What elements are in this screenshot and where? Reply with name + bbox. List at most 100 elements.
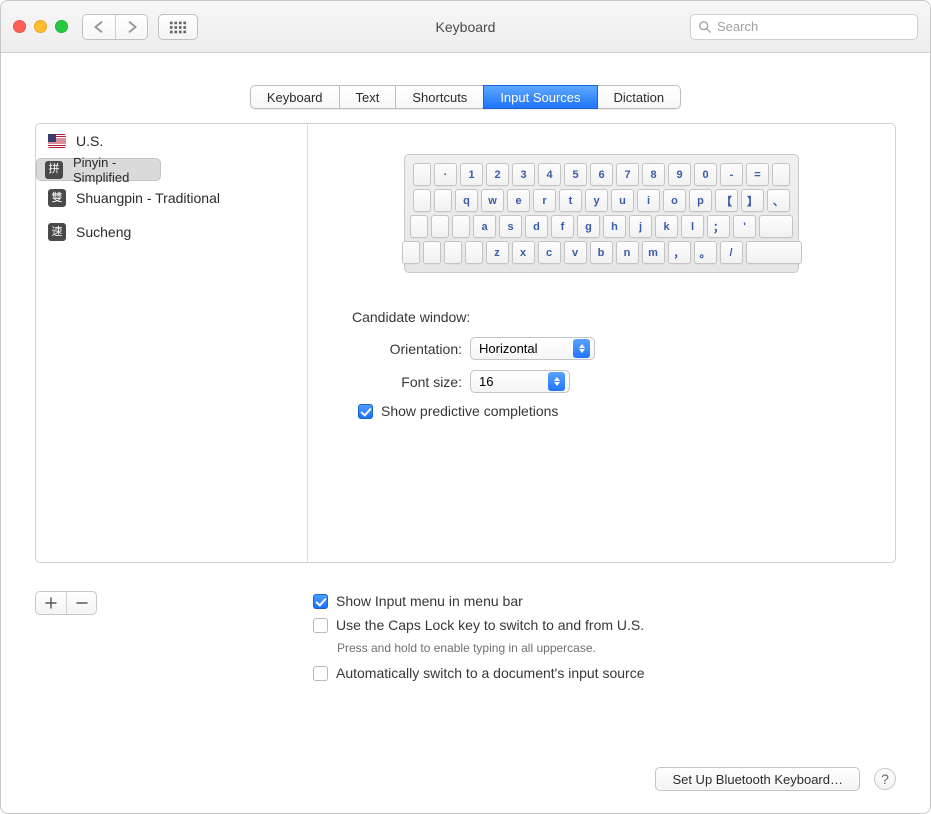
key: u [611,189,634,212]
key: 】 [741,189,764,212]
predictive-label: Show predictive completions [381,403,558,419]
fontsize-select[interactable]: 16 [470,370,570,393]
auto-switch-label: Automatically switch to a document's inp… [336,665,645,681]
key: 、 [767,189,790,212]
forward-button[interactable] [115,15,147,39]
show-menu-checkbox[interactable] [313,594,328,609]
remove-source-button[interactable] [66,592,96,614]
orientation-select[interactable]: Horizontal [470,337,595,360]
zoom-button[interactable] [55,20,68,33]
key: a [473,215,496,238]
search-field-wrap[interactable] [690,14,918,40]
key: 3 [512,163,535,186]
key: 0 [694,163,717,186]
key: x [512,241,535,264]
keyboard-row: ·1234567890-= [413,163,790,186]
show-all-button[interactable] [158,14,198,40]
key: 8 [642,163,665,186]
nav-back-forward [82,14,148,40]
key: m [642,241,665,264]
search-input[interactable] [717,19,910,34]
key: w [481,189,504,212]
source-item[interactable]: 雙 Shuangpin - Traditional [36,181,307,215]
bluetooth-keyboard-button[interactable]: Set Up Bluetooth Keyboard… [655,767,860,791]
auto-switch-row[interactable]: Automatically switch to a document's inp… [313,665,880,681]
add-source-button[interactable] [36,592,66,614]
key: n [616,241,639,264]
candidate-section: Candidate window: Orientation: Horizonta… [344,309,859,419]
caps-lock-checkbox[interactable] [313,618,328,633]
key: 1 [460,163,483,186]
key: y [585,189,608,212]
show-menu-label: Show Input menu in menu bar [336,593,523,609]
key: 6 [590,163,613,186]
key: h [603,215,626,238]
back-button[interactable] [83,15,115,39]
predictive-checkbox[interactable] [358,404,373,419]
minimize-button[interactable] [34,20,47,33]
window-controls [13,20,68,33]
titlebar: Keyboard [1,1,930,53]
key: ， [668,241,691,264]
keyboard-preview: ·1234567890-=qwertyuiop【】、asdfghjkl；'zxc… [404,154,799,273]
add-remove-controls [35,591,97,615]
tab-keyboard[interactable]: Keyboard [250,85,340,109]
key: ' [733,215,756,238]
key: g [577,215,600,238]
candidate-heading: Candidate window: [352,309,851,325]
source-label: Shuangpin - Traditional [76,190,220,206]
key: f [551,215,574,238]
key: 4 [538,163,561,186]
caps-lock-hint: Press and hold to enable typing in all u… [337,641,880,655]
chevron-up-down-icon [548,372,565,391]
key: 【 [715,189,738,212]
keyboard-row: qwertyuiop【】、 [413,189,790,212]
source-detail: ·1234567890-=qwertyuiop【】、asdfghjkl；'zxc… [308,124,895,562]
source-item[interactable]: U.S. [36,124,307,158]
footer: Set Up Bluetooth Keyboard… ? [35,767,896,791]
fontsize-label: Font size: [352,374,462,390]
global-options: Show Input menu in menu bar Use the Caps… [313,593,880,689]
source-icon [48,134,66,148]
key: ； [707,215,730,238]
key: 。 [694,241,717,264]
key: 7 [616,163,639,186]
key: k [655,215,678,238]
key: z [486,241,509,264]
key: 5 [564,163,587,186]
key: e [507,189,530,212]
show-menu-row[interactable]: Show Input menu in menu bar [313,593,880,609]
source-item[interactable]: 速Sucheng [36,215,307,249]
caps-lock-label: Use the Caps Lock key to switch to and f… [336,617,644,633]
preferences-window: Keyboard KeyboardTextShortcutsInput Sour… [0,0,931,814]
key: q [455,189,478,212]
auto-switch-checkbox[interactable] [313,666,328,681]
fontsize-value: 16 [479,374,548,389]
orientation-label: Orientation: [352,341,462,357]
orientation-value: Horizontal [479,341,573,356]
source-label: U.S. [76,133,103,149]
predictive-checkbox-row[interactable]: Show predictive completions [352,403,851,419]
input-sources-list: U.S. 拼Pinyin - Simplified 雙 Shuangpin - Tra… [36,124,308,562]
key: 2 [486,163,509,186]
key: 9 [668,163,691,186]
tab-shortcuts[interactable]: Shortcuts [395,85,484,109]
key: o [663,189,686,212]
close-button[interactable] [13,20,26,33]
tab-input-sources[interactable]: Input Sources [483,85,597,109]
key: s [499,215,522,238]
source-icon: 速 [48,223,66,241]
key: r [533,189,556,212]
source-item[interactable]: 拼Pinyin - Simplified [36,158,161,181]
help-button[interactable]: ? [874,768,896,790]
source-icon: 雙 [48,189,66,207]
caps-lock-row[interactable]: Use the Caps Lock key to switch to and f… [313,617,880,633]
tab-text[interactable]: Text [339,85,397,109]
search-icon [698,20,712,34]
source-icon: 拼 [45,161,63,179]
key: v [564,241,587,264]
key: c [538,241,561,264]
key: b [590,241,613,264]
tab-dictation[interactable]: Dictation [597,85,682,109]
key: · [434,163,457,186]
